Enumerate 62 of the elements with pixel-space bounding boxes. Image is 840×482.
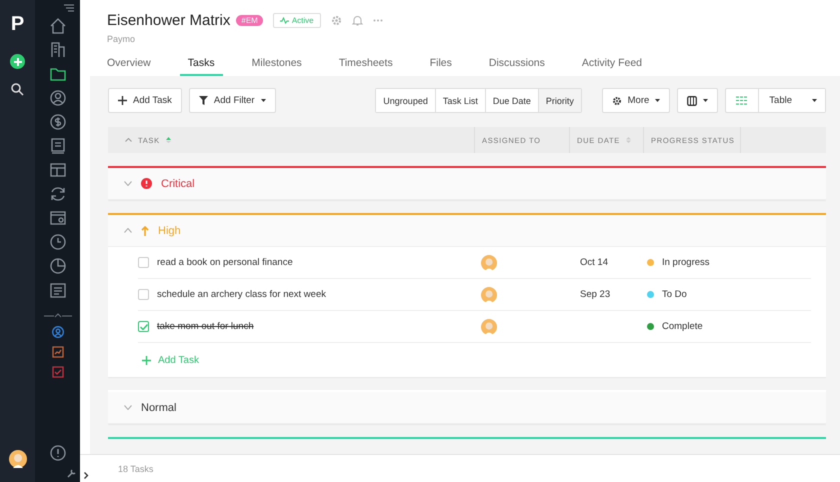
caret-icon <box>703 99 708 102</box>
filter-icon <box>198 96 208 105</box>
project-title: Eisenhower Matrix <box>107 12 230 29</box>
plus-icon <box>142 356 151 364</box>
calendar-icon[interactable] <box>50 210 66 226</box>
refresh-icon[interactable] <box>50 186 66 202</box>
tab[interactable]: Files <box>430 53 452 76</box>
table-icon[interactable] <box>50 162 66 178</box>
clock-icon[interactable] <box>50 234 66 250</box>
alert-icon[interactable] <box>50 445 66 461</box>
group-title[interactable]: Normal <box>141 402 176 414</box>
search-icon[interactable] <box>11 83 24 96</box>
person-icon[interactable] <box>50 90 66 106</box>
task-name[interactable]: schedule an archery class for next week <box>157 289 326 300</box>
tab[interactable]: Activity Feed <box>582 53 642 76</box>
person-badge-icon[interactable] <box>52 326 64 338</box>
columns-icon <box>687 96 698 106</box>
progress-status[interactable]: To Do <box>662 289 687 300</box>
view-dropdown[interactable]: Table <box>758 89 826 112</box>
tab[interactable]: Timesheets <box>338 53 393 76</box>
tab[interactable]: Overview <box>107 53 151 76</box>
project-tag: #EM <box>236 15 263 26</box>
collapse-icon[interactable] <box>64 4 74 12</box>
plus-icon <box>12 56 22 66</box>
tab[interactable]: Discussions <box>488 53 545 76</box>
building-icon[interactable] <box>50 42 66 58</box>
add-filter-button[interactable]: Add Filter <box>188 88 276 113</box>
task-checkbox[interactable] <box>138 321 149 332</box>
more-button[interactable]: More <box>602 88 670 113</box>
app-logo[interactable]: P <box>10 14 24 34</box>
add-button[interactable] <box>10 54 25 69</box>
tab[interactable]: Milestones <box>252 53 302 76</box>
plus-icon <box>118 96 127 105</box>
due-date: Sep 23 <box>580 289 610 300</box>
progress-status[interactable]: In progress <box>662 257 710 268</box>
pie-chart-icon[interactable] <box>50 258 66 274</box>
add-task-button[interactable]: Add Task <box>108 88 182 113</box>
caret-icon <box>655 99 660 102</box>
collapse-caret-icon[interactable] <box>44 312 72 318</box>
task-checkbox[interactable] <box>138 257 149 268</box>
gear-icon <box>612 96 622 106</box>
caret-icon <box>812 99 818 102</box>
grouping-option[interactable]: Priority <box>538 89 581 112</box>
invoice-icon[interactable] <box>50 138 66 154</box>
home-icon[interactable] <box>50 18 66 34</box>
expand-icon[interactable] <box>84 472 89 479</box>
arrow-up-icon <box>141 226 149 236</box>
task-name[interactable]: take mom out for lunch <box>157 321 254 332</box>
report-icon[interactable] <box>50 282 66 298</box>
dollar-icon[interactable] <box>50 114 66 130</box>
task-checkbox[interactable] <box>138 289 149 300</box>
columns-button[interactable] <box>677 88 718 113</box>
wrench-icon[interactable] <box>67 469 76 478</box>
exclamation-icon <box>141 178 152 189</box>
user-avatar[interactable] <box>8 450 26 468</box>
caret-icon <box>260 99 266 102</box>
task-count: 18 Tasks <box>118 464 154 474</box>
due-date: Oct 14 <box>580 257 608 268</box>
group-title[interactable]: Critical <box>161 178 195 190</box>
folder-icon[interactable] <box>50 66 66 82</box>
task-name[interactable]: read a book on personal finance <box>157 257 293 268</box>
progress-status[interactable]: Complete <box>662 321 703 332</box>
